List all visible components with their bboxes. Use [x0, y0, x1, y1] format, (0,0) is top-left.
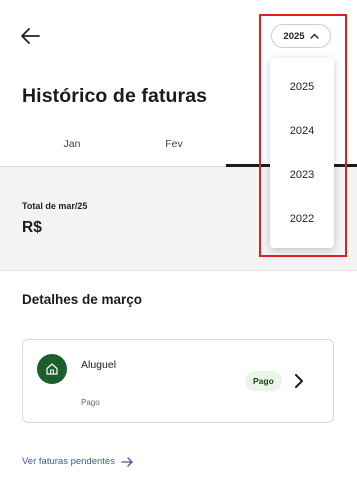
status-badge: Pago	[245, 371, 282, 391]
invoice-name: Aluguel	[81, 359, 117, 371]
tab-label: Jan	[63, 138, 81, 150]
year-option-2023[interactable]: 2023	[270, 160, 334, 190]
tab-jan[interactable]: Jan	[22, 128, 122, 166]
chevron-up-icon	[309, 33, 319, 39]
tab-fev[interactable]: Fev	[124, 128, 224, 166]
category-icon-badge	[37, 354, 67, 384]
year-option-label: 2025	[289, 81, 315, 93]
total-value: R$	[22, 219, 42, 236]
year-option-2025[interactable]: 2025	[270, 72, 334, 102]
house-icon	[46, 363, 58, 375]
year-select[interactable]: 2025	[271, 24, 331, 48]
year-option-label: 2022	[289, 213, 315, 225]
year-option-2024[interactable]: 2024	[270, 116, 334, 146]
page-title: Histórico de faturas	[22, 85, 208, 107]
details-title: Detalhes de março	[22, 292, 143, 307]
year-option-label: 2023	[289, 169, 315, 181]
tab-label: Fev	[165, 138, 183, 150]
invoice-status: Pago	[81, 398, 100, 407]
arrow-left-icon	[21, 28, 40, 44]
arrow-right-icon	[121, 456, 133, 467]
year-option-2022[interactable]: 2022	[270, 204, 334, 234]
chevron-right-icon[interactable]	[291, 372, 307, 390]
year-dropdown-menu: 2025 2024 2023 2022	[270, 58, 334, 248]
year-select-value: 2025	[283, 30, 305, 42]
total-label: Total de mar/25	[22, 201, 88, 211]
back-button[interactable]	[18, 25, 42, 47]
pending-link-label: Ver faturas pendentes	[22, 456, 115, 467]
year-option-label: 2024	[289, 125, 315, 137]
invoice-card[interactable]: Aluguel Pago Pago	[22, 339, 334, 423]
pending-invoices-link[interactable]: Ver faturas pendentes	[22, 456, 134, 467]
